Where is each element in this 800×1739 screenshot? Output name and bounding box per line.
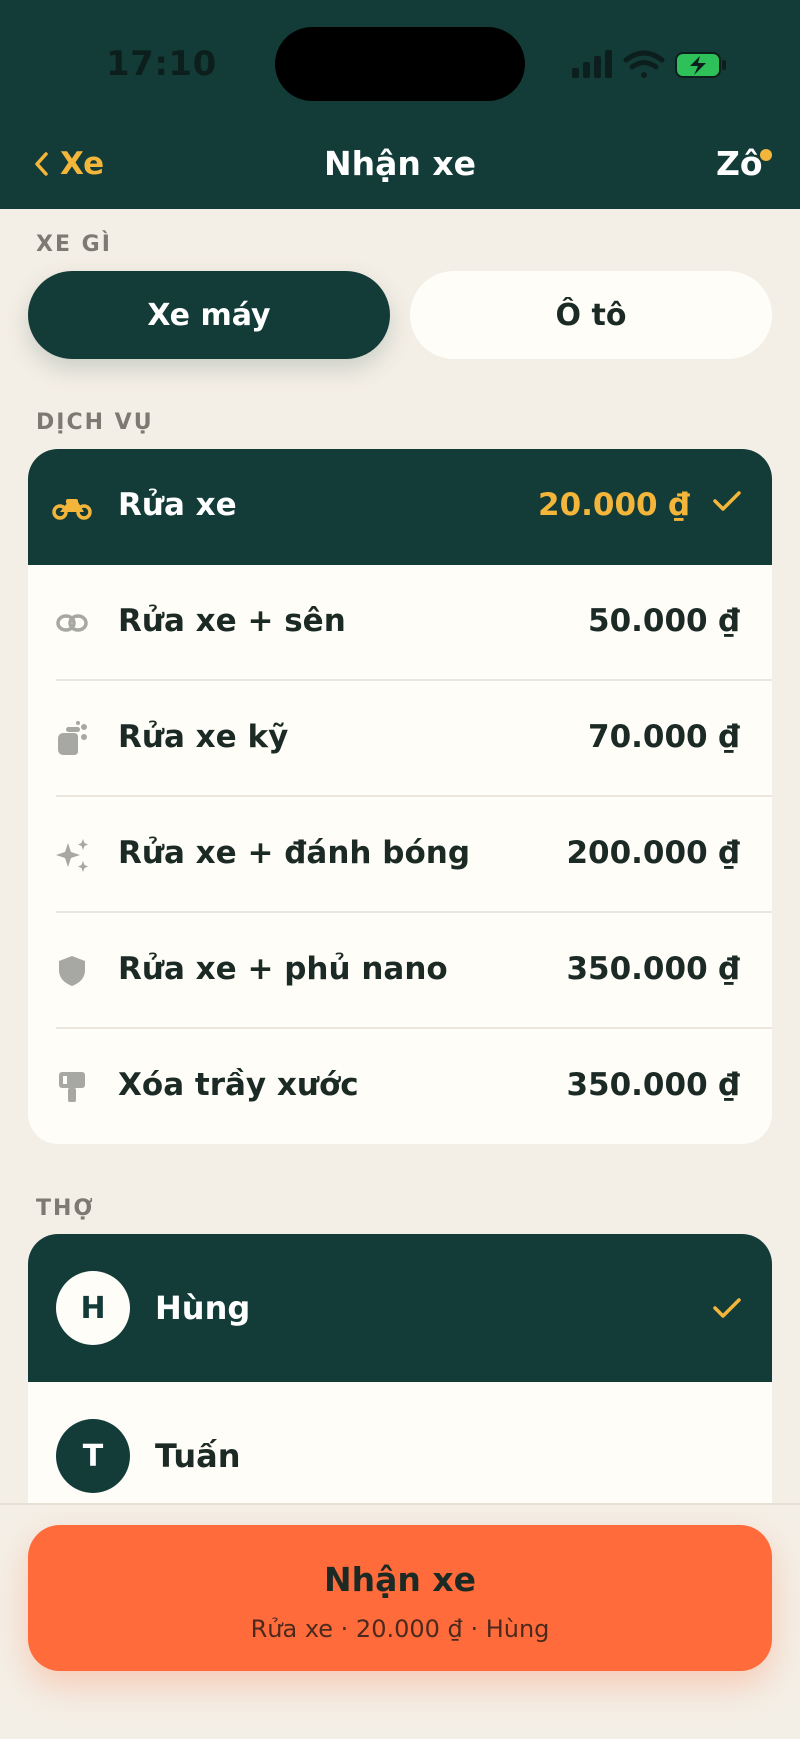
cta-summary: Rửa xe · 20.000 ₫ · Hùng <box>250 1615 550 1643</box>
receive-vehicle-button[interactable]: Nhận xe Rửa xe · 20.000 ₫ · Hùng <box>28 1525 772 1671</box>
service-price: 70.000 ₫ <box>588 719 740 755</box>
service-item-xoa-tray-xuoc[interactable]: Xóa trầy xước 350.000 ₫ <box>28 1029 772 1144</box>
service-item-rua-xe[interactable]: Rửa xe 20.000 ₫ <box>28 449 772 565</box>
service-item-rua-xe-sen[interactable]: Rửa xe + sên 50.000 ₫ <box>28 565 772 681</box>
service-item-phu-nano[interactable]: Rửa xe + phủ nano 350.000 ₫ <box>28 913 772 1029</box>
check-icon <box>713 491 741 511</box>
worker-name: Hùng <box>155 1289 251 1327</box>
battery-icon <box>675 52 726 78</box>
service-price: 350.000 ₫ <box>566 951 740 987</box>
worker-name: Tuấn <box>155 1437 241 1475</box>
vehicle-option-motorbike[interactable]: Xe máy <box>28 271 390 359</box>
vehicle-section-label: XE GÌ <box>36 232 112 257</box>
service-price: 20.000 ₫ <box>538 487 690 523</box>
status-icons <box>572 50 726 78</box>
check-icon <box>713 1298 741 1318</box>
user-profile-button[interactable]: Zô <box>716 144 763 183</box>
service-name: Rửa xe + sên <box>118 603 346 639</box>
vehicle-option-car[interactable]: Ô tô <box>410 271 772 359</box>
dynamic-island <box>275 27 525 101</box>
service-name: Rửa xe <box>118 487 237 523</box>
service-name: Rửa xe + phủ nano <box>118 951 448 987</box>
service-name: Rửa xe + đánh bóng <box>118 835 471 871</box>
service-price: 350.000 ₫ <box>566 1067 740 1103</box>
service-name: Xóa trầy xước <box>118 1067 359 1103</box>
avatar: T <box>56 1419 130 1493</box>
services-section-label: DỊCH VỤ <box>36 410 154 435</box>
cellular-signal-icon <box>572 50 612 78</box>
page-title: Nhận xe <box>323 144 477 183</box>
service-name: Rửa xe kỹ <box>118 719 289 755</box>
wifi-icon <box>623 50 665 78</box>
services-list: Rửa xe 20.000 ₫ Rửa xe + sên 50.000 ₫ Rử… <box>28 449 772 1144</box>
app-header: 17:10 Xe Nhận xe Zô <box>0 0 800 209</box>
service-price: 50.000 ₫ <box>588 603 740 639</box>
sparkles-icon <box>52 835 92 875</box>
service-item-rua-xe-ky[interactable]: Rửa xe kỹ 70.000 ₫ <box>28 681 772 797</box>
scrub-hand-icon <box>52 719 92 759</box>
workers-list: H Hùng T Tuấn <box>28 1234 772 1534</box>
paint-roller-icon <box>52 1067 92 1107</box>
service-item-danh-bong[interactable]: Rửa xe + đánh bóng 200.000 ₫ <box>28 797 772 913</box>
status-time: 17:10 <box>106 44 217 84</box>
notification-dot <box>760 149 772 161</box>
chain-icon <box>52 603 92 643</box>
shield-icon <box>52 951 92 991</box>
cta-title: Nhận xe <box>323 1560 477 1599</box>
service-price: 200.000 ₫ <box>566 835 740 871</box>
workers-section-label: THỢ <box>36 1196 95 1221</box>
worker-item-hung[interactable]: H Hùng <box>28 1234 772 1382</box>
motorbike-icon <box>52 487 92 527</box>
avatar: H <box>56 1271 130 1345</box>
